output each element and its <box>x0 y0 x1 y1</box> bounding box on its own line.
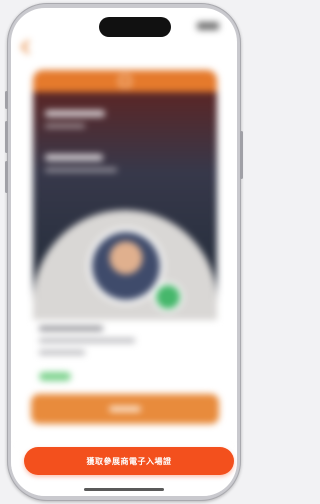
power-button <box>240 131 243 179</box>
ticket-subtitle-line <box>45 124 85 128</box>
attendee-name-line <box>39 326 103 331</box>
ticket-header-image <box>33 92 217 320</box>
volume-up-button <box>5 121 8 153</box>
ticket-title-line <box>45 110 105 117</box>
battery-icon <box>197 22 219 30</box>
phone-screen <box>11 8 237 496</box>
home-indicator[interactable] <box>84 488 164 491</box>
volume-down-button <box>5 161 8 193</box>
get-exhibitor-pass-button[interactable]: 獲取參展商電子入場證 <box>24 447 234 475</box>
status-badge <box>39 372 71 381</box>
attendee-role-line <box>39 350 85 355</box>
ticket-event-line <box>45 154 103 161</box>
secondary-action-label <box>109 406 141 412</box>
dynamic-island <box>99 17 171 37</box>
ticket-date-line <box>45 168 117 172</box>
blurred-content <box>11 8 237 496</box>
avatar <box>92 232 160 300</box>
action-button <box>5 91 8 109</box>
verified-check-icon <box>153 282 183 312</box>
ticket-tab-icon <box>119 75 131 87</box>
ticket-card <box>33 70 217 320</box>
stage: 獲取參展商電子入場證 <box>0 0 248 504</box>
ticket-tab[interactable] <box>33 70 217 92</box>
secondary-action-button[interactable] <box>31 394 219 424</box>
attendee-company-line <box>39 338 135 343</box>
